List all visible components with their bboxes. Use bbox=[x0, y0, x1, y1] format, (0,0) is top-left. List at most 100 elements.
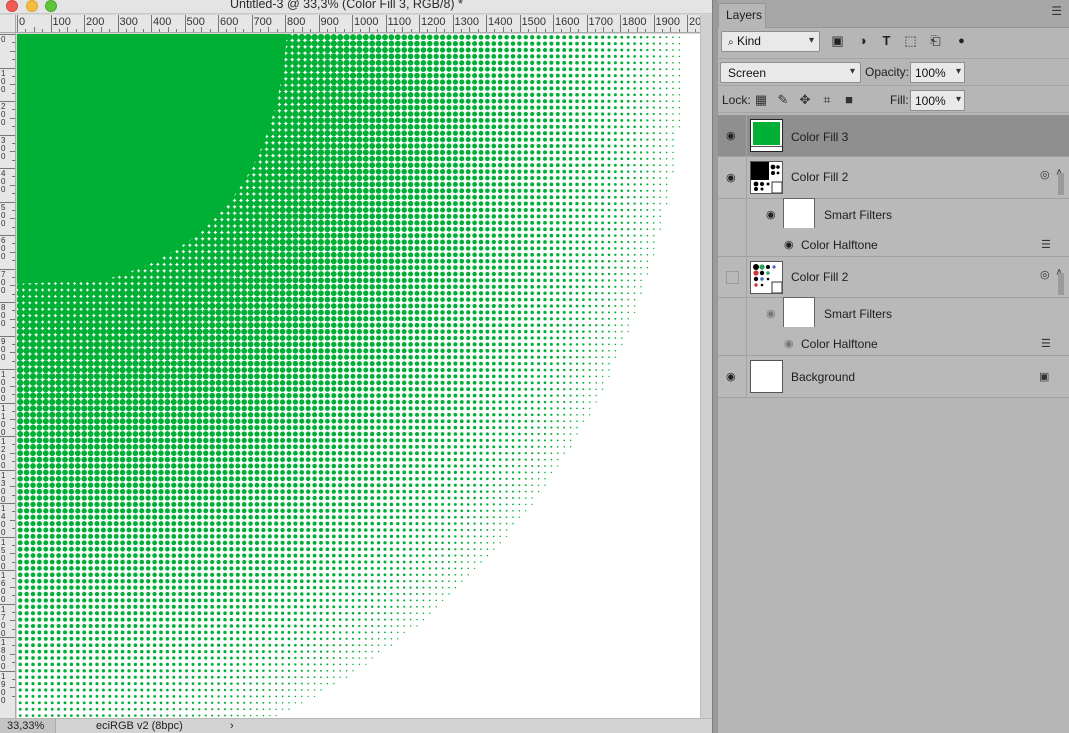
opacity-field[interactable]: 100% ▾ bbox=[910, 62, 965, 83]
smart-object-filter-icon[interactable]: ⎗ bbox=[928, 34, 943, 48]
ruler-minor-tick bbox=[192, 29, 194, 32]
chevron-down-icon[interactable]: ▾ bbox=[956, 94, 961, 105]
ruler-minor-tick bbox=[661, 29, 663, 32]
ruler-major-tick bbox=[620, 15, 621, 32]
maximize-window-button[interactable] bbox=[45, 0, 57, 12]
ruler-minor-tick bbox=[578, 29, 580, 32]
adjustment-layer-filter-icon[interactable]: ◑ bbox=[855, 34, 870, 48]
layer-row[interactable]: Color Fill 2 ◎ ˄ bbox=[718, 257, 1069, 298]
ruler-minor-tick bbox=[628, 29, 630, 32]
filter-row[interactable]: ◉ Color Halftone ☰ bbox=[718, 327, 1069, 356]
ruler-label: 1800 bbox=[622, 16, 647, 28]
ruler-minor-tick bbox=[10, 385, 15, 387]
ruler-minor-tick bbox=[12, 260, 15, 262]
chevron-down-icon[interactable]: ▾ bbox=[956, 66, 961, 77]
ruler-label: 1900 bbox=[1, 671, 6, 705]
document-canvas[interactable] bbox=[17, 34, 700, 718]
ruler-minor-tick bbox=[12, 276, 15, 278]
ruler-label: 800 bbox=[287, 16, 306, 28]
ruler-minor-tick bbox=[12, 293, 15, 295]
ruler-origin[interactable] bbox=[0, 15, 16, 33]
ruler-major-tick bbox=[687, 15, 688, 32]
filter-toggle-icon[interactable]: ● bbox=[954, 34, 969, 48]
layer-thumbnail[interactable] bbox=[750, 261, 783, 294]
panel-tab-bar: Layers ☰ bbox=[718, 0, 1069, 28]
ruler-minor-tick bbox=[527, 29, 529, 32]
eye-icon[interactable]: ◉ bbox=[766, 307, 776, 320]
layer-name[interactable]: Color Fill 2 bbox=[791, 270, 848, 284]
layer-row[interactable]: ◉ Color Fill 3 bbox=[718, 115, 1069, 157]
layer-name[interactable]: Color Fill 3 bbox=[791, 130, 848, 144]
layer-name[interactable]: Color Fill 2 bbox=[791, 170, 848, 184]
lock-transparent-pixels-icon[interactable]: ▦ bbox=[754, 93, 768, 107]
fill-color-swatch bbox=[753, 122, 780, 145]
ruler-label: 300 bbox=[1, 135, 6, 161]
ruler-minor-tick bbox=[12, 511, 15, 513]
layer-row[interactable]: ◉ Color Fill 2 ◎ ˄ bbox=[718, 157, 1069, 199]
pixel-layer-filter-icon[interactable]: ▣ bbox=[830, 34, 845, 48]
zoom-level-field[interactable]: 33,33% bbox=[0, 719, 56, 733]
ruler-minor-tick bbox=[12, 561, 15, 563]
ruler-minor-tick bbox=[678, 29, 680, 32]
ruler-minor-tick bbox=[25, 29, 27, 32]
visibility-toggle-empty[interactable] bbox=[726, 271, 739, 284]
eye-icon[interactable]: ◉ bbox=[766, 208, 776, 221]
lock-row: Lock: ▦ ✎ ✥ ⌗ ■ Fill: 100% ▾ bbox=[718, 85, 1069, 113]
ruler-minor-tick bbox=[611, 29, 613, 32]
shape-layer-filter-icon[interactable]: ⬚ bbox=[903, 34, 918, 48]
ruler-minor-tick bbox=[10, 452, 15, 454]
layer-row[interactable]: ◉ Background ▣ bbox=[718, 356, 1069, 398]
blend-mode-select[interactable]: Screen ▾ bbox=[720, 62, 861, 83]
lock-all-icon[interactable]: ■ bbox=[842, 93, 856, 107]
ruler-label: 400 bbox=[1, 169, 6, 194]
ruler-minor-tick bbox=[12, 410, 15, 412]
layer-scroll-marker bbox=[1058, 273, 1064, 295]
layer-thumbnail[interactable] bbox=[750, 119, 783, 152]
ruler-label: 200 bbox=[86, 16, 105, 28]
ruler-minor-tick bbox=[12, 377, 15, 379]
ruler-label: 900 bbox=[1, 336, 6, 362]
filter-name[interactable]: Color Halftone bbox=[801, 337, 878, 351]
ruler-label: 500 bbox=[1, 202, 6, 228]
ruler-minor-tick bbox=[427, 29, 429, 32]
layer-thumbnail[interactable] bbox=[750, 161, 783, 194]
layer-scroll-marker bbox=[1058, 173, 1064, 195]
eye-icon[interactable]: ◉ bbox=[726, 171, 736, 184]
filter-options-icon[interactable]: ☰ bbox=[1041, 238, 1051, 251]
tab-layers[interactable]: Layers bbox=[718, 3, 766, 28]
eye-icon[interactable]: ◉ bbox=[784, 337, 794, 350]
filter-options-icon[interactable]: ☰ bbox=[1041, 337, 1051, 350]
eye-icon[interactable]: ◉ bbox=[784, 238, 794, 251]
close-window-button[interactable] bbox=[6, 0, 18, 12]
fill-field[interactable]: 100% ▾ bbox=[910, 90, 965, 111]
minimize-window-button[interactable] bbox=[26, 0, 38, 12]
smart-filters-row[interactable]: ◉ Smart Filters bbox=[718, 198, 1069, 230]
status-menu-arrow[interactable]: › bbox=[230, 719, 234, 733]
ruler-major-tick bbox=[84, 15, 85, 32]
horizontal-ruler[interactable]: 0 100 200 300 400 500 600 700 800 900 1000 1100 1200… bbox=[16, 15, 700, 33]
smart-filter-mask-thumbnail[interactable] bbox=[783, 198, 815, 230]
document-vertical-scrollbar[interactable] bbox=[700, 15, 712, 718]
filter-row[interactable]: ◉ Color Halftone ☰ bbox=[718, 228, 1069, 257]
eye-icon[interactable]: ◉ bbox=[726, 370, 736, 383]
type-layer-filter-icon[interactable]: T bbox=[879, 34, 894, 48]
ruler-minor-tick bbox=[12, 628, 15, 630]
lock-position-icon[interactable]: ✥ bbox=[798, 93, 812, 107]
vertical-ruler[interactable]: 0 100 200 300 400 500 600 700 800 900 100011001200… bbox=[0, 33, 16, 718]
eye-icon[interactable]: ◉ bbox=[726, 129, 736, 142]
filter-name[interactable]: Color Halftone bbox=[801, 238, 878, 252]
ruler-minor-tick bbox=[511, 29, 513, 32]
smart-filter-mask-thumbnail[interactable] bbox=[783, 297, 815, 329]
smart-filters-row[interactable]: ◉ Smart Filters bbox=[718, 297, 1069, 329]
ruler-label: 1900 bbox=[655, 16, 680, 28]
layer-thumbnail[interactable] bbox=[750, 360, 783, 393]
ruler-major-tick bbox=[519, 15, 521, 32]
panel-menu-icon[interactable]: ☰ bbox=[1051, 4, 1062, 18]
ruler-label: 600 bbox=[220, 16, 239, 28]
lock-image-pixels-icon[interactable]: ✎ bbox=[776, 93, 790, 107]
filter-kind-select[interactable]: ⌕ Kind ▾ bbox=[721, 31, 820, 52]
ruler-label: 1000 bbox=[1, 370, 6, 403]
lock-artboard-icon[interactable]: ⌗ bbox=[820, 93, 834, 107]
layer-name[interactable]: Background bbox=[791, 370, 855, 384]
ruler-minor-tick bbox=[10, 553, 15, 555]
